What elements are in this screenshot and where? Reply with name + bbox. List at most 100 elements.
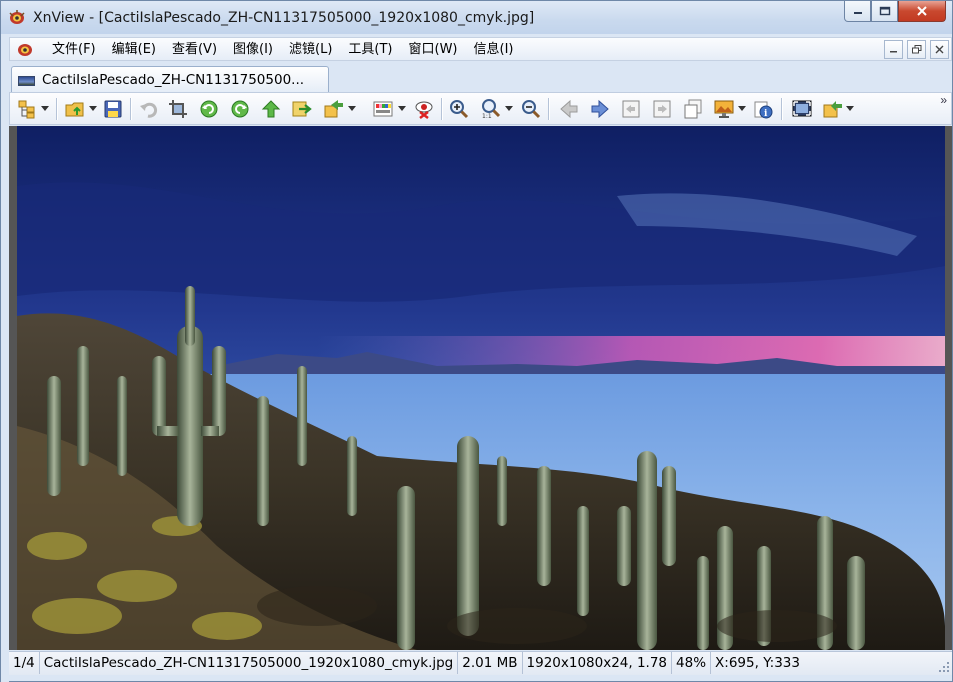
fullscreen-icon [792,100,812,117]
mdi-restore-button[interactable] [907,40,926,59]
zoom-actual-button[interactable]: 1:1 [480,98,502,120]
toolbar-separator [548,98,549,120]
next-button[interactable] [589,98,611,120]
toolbar-separator [56,98,57,120]
copy-button[interactable] [682,98,704,120]
wallpaper-button[interactable] [713,98,735,120]
browser-button[interactable] [16,98,38,120]
convert-button[interactable] [323,98,345,120]
minimize-icon [853,12,862,14]
upload-icon [261,100,281,118]
zoom-fit-icon: 1:1 [482,99,501,119]
menu-window[interactable]: 窗口(W) [401,41,466,58]
save-button[interactable] [102,98,124,120]
mdi-minimize-button[interactable] [884,40,903,59]
displayed-photo[interactable] [17,126,945,650]
export-icon [292,101,312,117]
window-title: XnView - [CactiIslaPescado_ZH-CN11317505… [33,10,535,26]
export-button[interactable] [291,98,313,120]
chevron-down-icon[interactable] [89,106,97,112]
copy-icon [684,99,702,119]
chevron-down-icon[interactable] [398,106,406,112]
minimize-button[interactable] [844,1,871,22]
red-eye-button[interactable] [413,98,435,120]
status-image-index: 1/4 [9,652,40,674]
properties-button[interactable]: i [752,98,774,120]
close-icon [935,45,944,54]
chevron-down-icon[interactable] [738,106,746,112]
toolbar-separator [781,98,782,120]
title-bar[interactable]: XnView - [CactiIslaPescado_ZH-CN11317505… [1,1,952,34]
xnview-window: XnView - [CactiIslaPescado_ZH-CN11317505… [0,0,953,682]
restore-icon [911,45,921,54]
chevron-down-icon[interactable] [41,106,49,112]
window-frame-left [1,34,9,682]
menu-image[interactable]: 图像(I) [225,41,281,58]
status-coordinates: X:695, Y:333 [715,655,800,671]
menu-items: 文件(F) 编辑(E) 查看(V) 图像(I) 滤镜(L) 工具(T) 窗口(W… [44,41,521,58]
rotate-right-icon [231,100,249,118]
status-filename: CactiIslaPescado_ZH-CN11317505000_1920x1… [40,652,459,674]
rotate-right-button[interactable] [229,98,251,120]
next-icon [591,99,609,119]
zoom-out-button[interactable] [520,98,542,120]
crop-button[interactable] [167,98,189,120]
status-filesize: 2.01 MB [458,652,523,674]
minimize-icon [890,50,897,52]
xnview-app-icon[interactable] [8,9,26,25]
first-page-button[interactable] [620,98,642,120]
resize-grip-icon[interactable] [938,661,950,673]
fullscreen-button[interactable] [791,98,813,120]
undo-icon [140,102,158,118]
open-button[interactable] [64,98,86,120]
status-zoom: 48% [672,652,712,674]
menu-file[interactable]: 文件(F) [44,41,104,58]
adjust-colors-icon [373,101,393,117]
mdi-controls [884,40,949,59]
svg-text:i: i [764,109,768,119]
first-icon [622,100,640,118]
chevron-down-icon[interactable] [505,106,513,112]
toolbar-separator [130,98,131,120]
crop-icon [169,100,187,118]
browser-icon [18,100,35,119]
undo-button[interactable] [138,98,160,120]
convert-icon [324,100,343,118]
open-folder-icon [65,102,84,117]
slideshow-icon [823,101,842,118]
menu-info[interactable]: 信息(I) [466,41,522,58]
close-button[interactable] [898,1,946,22]
slideshow-button[interactable] [822,98,844,120]
menu-tools[interactable]: 工具(T) [340,41,400,58]
image-viewport[interactable] [9,126,952,650]
wallpaper-icon [714,100,734,118]
status-dimensions: 1920x1080x24, 1.78 [523,652,673,674]
chevron-down-icon[interactable] [348,106,356,112]
toolbar-overflow-chevron-icon[interactable]: » [940,93,947,107]
previous-icon [560,99,578,119]
last-page-button[interactable] [651,98,673,120]
zoom-in-button[interactable] [448,98,470,120]
image-thumbnail-icon [18,76,35,86]
menu-view[interactable]: 查看(V) [164,41,225,58]
zoom-out-icon [522,100,541,119]
chevron-down-icon[interactable] [846,106,854,112]
properties-icon: i [754,101,773,119]
red-eye-icon [415,101,433,119]
rotate-left-button[interactable] [198,98,220,120]
document-system-menu-icon[interactable] [16,41,34,57]
adjust-colors-button[interactable] [372,98,394,120]
move-up-button[interactable] [260,98,282,120]
status-bar: 1/4 CactiIslaPescado_ZH-CN11317505000_19… [9,651,952,675]
rotate-left-icon [200,100,218,118]
previous-button[interactable] [558,98,580,120]
main-toolbar: 1:1 i » [9,92,952,125]
menu-edit[interactable]: 编辑(E) [104,41,164,58]
window-controls [844,1,946,23]
svg-text:1:1: 1:1 [482,113,492,119]
maximize-button[interactable] [871,1,898,22]
menu-filter[interactable]: 滤镜(L) [281,41,340,58]
mdi-close-button[interactable] [930,40,949,59]
document-tab[interactable]: CactiIslaPescado_ZH-CN1131750500... [11,66,329,92]
document-tab-label: CactiIslaPescado_ZH-CN1131750500... [42,72,305,88]
